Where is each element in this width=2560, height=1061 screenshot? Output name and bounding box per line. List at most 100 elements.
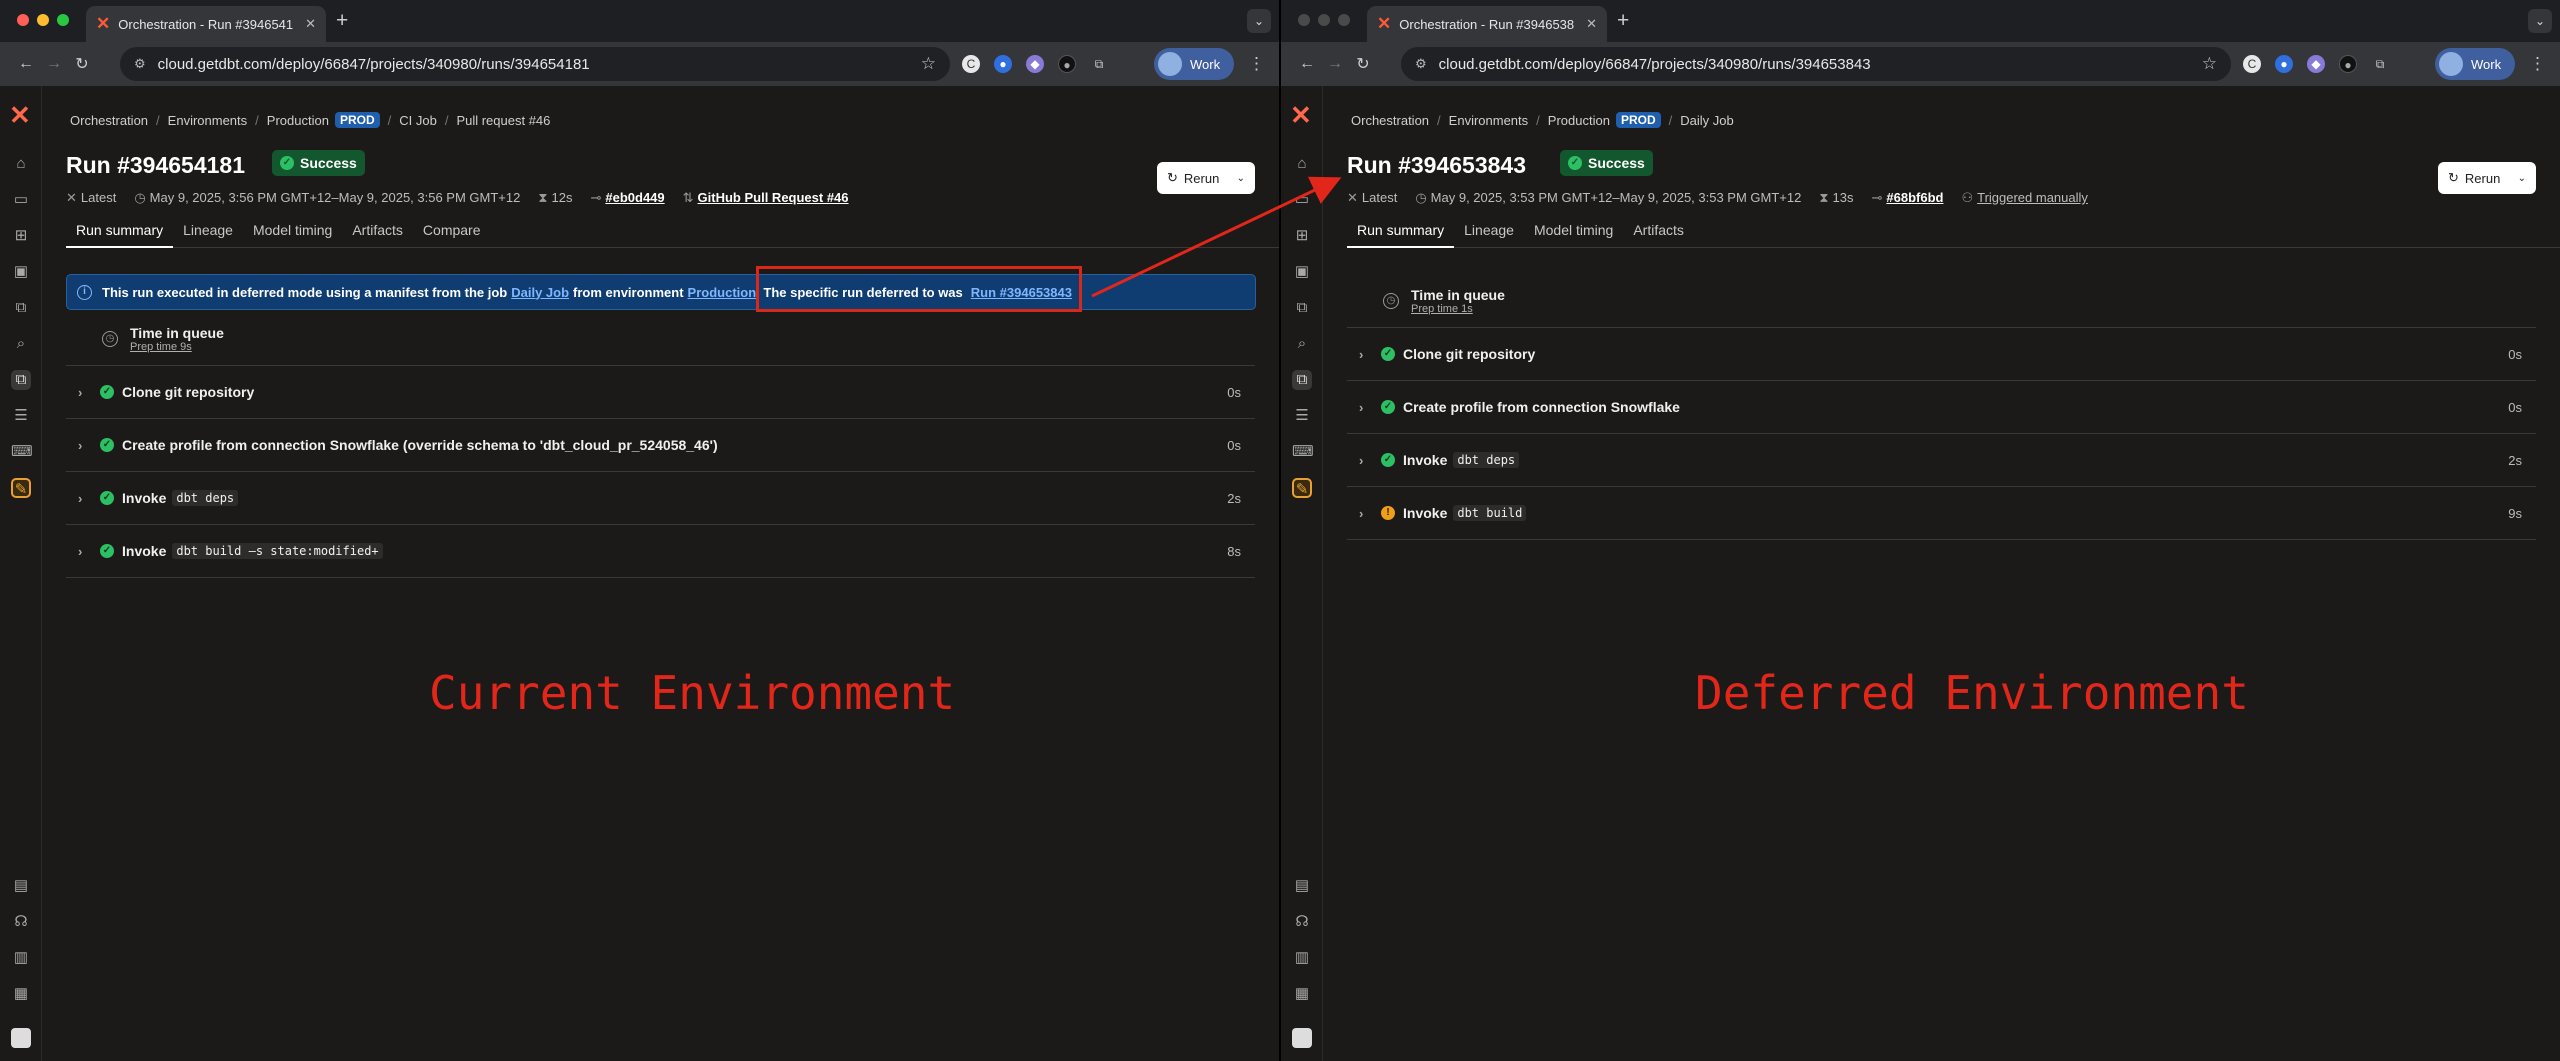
- tab-run-summary[interactable]: Run summary: [66, 222, 174, 248]
- breadcrumb-environments[interactable]: Environments: [1449, 113, 1528, 128]
- meta-trigger[interactable]: ⚇ Triggered manually: [1961, 190, 2087, 206]
- close-window-button[interactable]: [17, 14, 29, 26]
- copilot-icon[interactable]: ✎: [1292, 478, 1312, 498]
- step-row[interactable]: › ✓ Clone git repository 0s: [1347, 328, 2536, 381]
- tab-model-timing[interactable]: Model timing: [1524, 222, 1623, 248]
- reload-icon[interactable]: ↻: [1349, 54, 1377, 74]
- archive-icon[interactable]: ▥: [11, 948, 31, 968]
- bookmark-star-icon[interactable]: ☆: [2202, 54, 2217, 74]
- archive-icon[interactable]: ▥: [1292, 948, 1312, 968]
- production-link[interactable]: Production: [688, 285, 757, 300]
- daily-job-link[interactable]: Daily Job: [511, 285, 569, 300]
- tab-artifacts[interactable]: Artifacts: [1623, 222, 1694, 248]
- step-row[interactable]: › ! Invoke dbt build 9s: [1347, 487, 2536, 540]
- forward-arrow-icon[interactable]: →: [40, 55, 68, 73]
- terminal-icon[interactable]: ⌨: [1292, 442, 1314, 462]
- studio-icon[interactable]: ⊞: [1292, 226, 1312, 246]
- rerun-button[interactable]: ↻ Rerun ⌄: [1157, 162, 1255, 194]
- close-window-button[interactable]: [1298, 14, 1310, 26]
- step-row[interactable]: › ✓ Invoke dbt deps 2s: [66, 472, 1255, 525]
- tab-search-chevron-icon[interactable]: ⌄: [1247, 9, 1271, 33]
- step-row[interactable]: › ✓ Invoke dbt build —s state:modified+ …: [66, 525, 1255, 578]
- address-bar[interactable]: ⚙ cloud.getdbt.com/deploy/66847/projects…: [1401, 47, 2231, 81]
- extension-dark-icon[interactable]: ●: [2339, 55, 2357, 73]
- site-info-icon[interactable]: ⚙: [134, 56, 146, 72]
- docs-icon[interactable]: ▤: [11, 876, 31, 896]
- minimize-window-button[interactable]: [37, 14, 49, 26]
- zoom-window-button[interactable]: [57, 14, 69, 26]
- extensions-puzzle-icon[interactable]: ⧉: [1090, 55, 1108, 73]
- explore-icon[interactable]: ⌕: [1292, 334, 1312, 354]
- support-icon[interactable]: ☊: [1292, 912, 1312, 932]
- insights-icon[interactable]: ▣: [1292, 262, 1312, 282]
- profile-button[interactable]: Work: [2435, 48, 2515, 80]
- breadcrumb-job[interactable]: CI Job: [399, 113, 437, 128]
- meta-trigger[interactable]: ⇅ GitHub Pull Request #46: [683, 190, 849, 206]
- account-icon[interactable]: ▦: [11, 984, 31, 1004]
- new-tab-icon[interactable]: +: [1617, 9, 1629, 33]
- chevron-right-icon[interactable]: ›: [66, 491, 90, 506]
- chevron-right-icon[interactable]: ›: [1347, 506, 1371, 521]
- home-icon[interactable]: ⌂: [1292, 154, 1312, 174]
- chevron-right-icon[interactable]: ›: [1347, 453, 1371, 468]
- breadcrumb-orchestration[interactable]: Orchestration: [1351, 113, 1429, 128]
- dbt-logo-icon[interactable]: ✕: [1290, 100, 1312, 131]
- close-tab-icon[interactable]: ✕: [305, 16, 316, 32]
- extension-shield-icon[interactable]: ◆: [1026, 55, 1044, 73]
- catalog-icon[interactable]: ▭: [1292, 190, 1312, 210]
- browser-tab[interactable]: ✕ Orchestration - Run #3946541 ✕: [86, 6, 326, 42]
- tab-lineage[interactable]: Lineage: [1454, 222, 1524, 248]
- breadcrumb-production[interactable]: Production: [267, 113, 329, 128]
- breadcrumb-pr[interactable]: Pull request #46: [456, 113, 550, 128]
- tab-artifacts[interactable]: Artifacts: [342, 222, 413, 248]
- tab-search-chevron-icon[interactable]: ⌄: [2528, 9, 2552, 33]
- tab-compare[interactable]: Compare: [413, 222, 491, 248]
- chevron-right-icon[interactable]: ›: [66, 385, 90, 400]
- breadcrumb-production[interactable]: Production: [1548, 113, 1610, 128]
- catalog-icon[interactable]: ▭: [11, 190, 31, 210]
- extensions-puzzle-icon[interactable]: ⧉: [2371, 55, 2389, 73]
- extension-shield-icon[interactable]: ◆: [2307, 55, 2325, 73]
- prep-time[interactable]: Prep time 1s: [1411, 303, 1505, 315]
- bookmark-star-icon[interactable]: ☆: [921, 54, 936, 74]
- copilot-icon[interactable]: ✎: [11, 478, 31, 498]
- dbt-logo-icon[interactable]: ✕: [9, 100, 31, 131]
- support-icon[interactable]: ☊: [11, 912, 31, 932]
- list-icon[interactable]: ☰: [1292, 406, 1312, 426]
- site-info-icon[interactable]: ⚙: [1415, 56, 1427, 72]
- extension-dark-icon[interactable]: ●: [1058, 55, 1076, 73]
- step-row[interactable]: › ✓ Create profile from connection Snowf…: [1347, 381, 2536, 434]
- step-row[interactable]: › ✓ Invoke dbt deps 2s: [1347, 434, 2536, 487]
- tab-run-summary[interactable]: Run summary: [1347, 222, 1455, 248]
- back-arrow-icon[interactable]: ←: [12, 55, 40, 73]
- meta-commit[interactable]: ⊸ #eb0d449: [590, 190, 664, 206]
- chevron-right-icon[interactable]: ›: [66, 544, 90, 559]
- step-row[interactable]: › ✓ Create profile from connection Snowf…: [66, 419, 1255, 472]
- terminal-icon[interactable]: ⌨: [11, 442, 33, 462]
- profile-button[interactable]: Work: [1154, 48, 1234, 80]
- step-row[interactable]: › ✓ Clone git repository 0s: [66, 366, 1255, 419]
- chevron-right-icon[interactable]: ›: [1347, 400, 1371, 415]
- zoom-window-button[interactable]: [1338, 14, 1350, 26]
- reload-icon[interactable]: ↻: [68, 54, 96, 74]
- user-avatar[interactable]: [1292, 1028, 1312, 1048]
- new-tab-icon[interactable]: +: [336, 9, 348, 33]
- chevron-right-icon[interactable]: ›: [1347, 347, 1371, 362]
- rerun-button[interactable]: ↻ Rerun ⌄: [2438, 162, 2536, 194]
- tab-lineage[interactable]: Lineage: [173, 222, 243, 248]
- list-icon[interactable]: ☰: [11, 406, 31, 426]
- breadcrumb-orchestration[interactable]: Orchestration: [70, 113, 148, 128]
- extension-c-icon[interactable]: C: [962, 55, 980, 73]
- browser-menu-icon[interactable]: ⋮: [1248, 54, 1265, 74]
- minimize-window-button[interactable]: [1318, 14, 1330, 26]
- home-icon[interactable]: ⌂: [11, 154, 31, 174]
- orchestration-icon[interactable]: ⧉: [1292, 370, 1312, 390]
- user-avatar[interactable]: [11, 1028, 31, 1048]
- copy-icon[interactable]: ⧉: [1292, 298, 1312, 318]
- insights-icon[interactable]: ▣: [11, 262, 31, 282]
- copy-icon[interactable]: ⧉: [11, 298, 31, 318]
- forward-arrow-icon[interactable]: →: [1321, 55, 1349, 73]
- docs-icon[interactable]: ▤: [1292, 876, 1312, 896]
- extension-blue-icon[interactable]: ●: [994, 55, 1012, 73]
- breadcrumb-job[interactable]: Daily Job: [1680, 113, 1733, 128]
